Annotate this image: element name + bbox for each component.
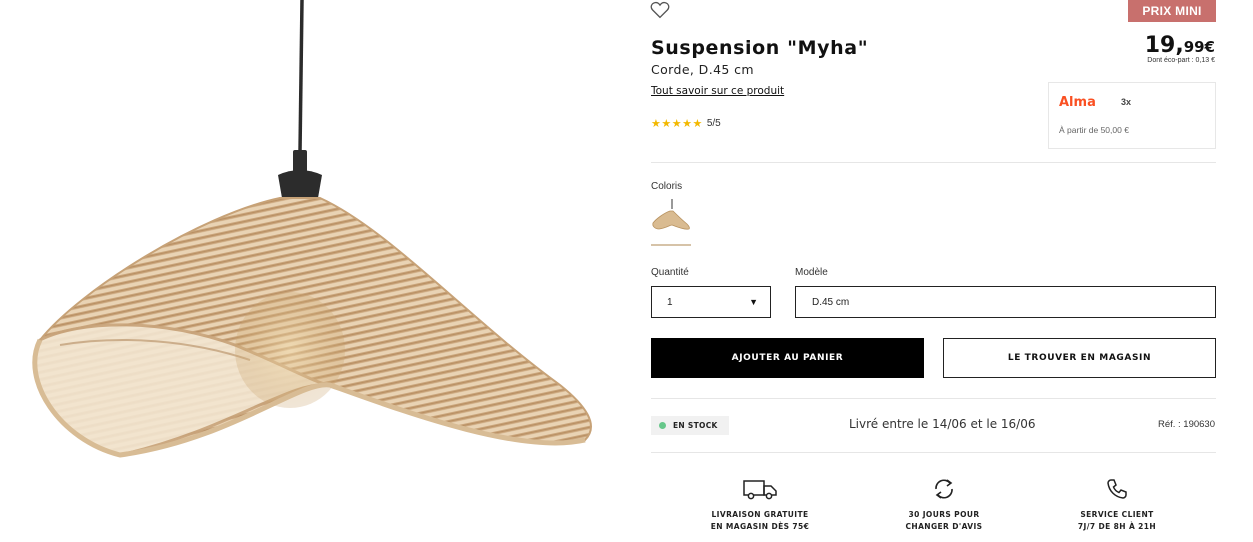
eco-part: Dont éco-part : 0,13 €	[1147, 57, 1215, 64]
rating-stars-icon: ★★★★★	[651, 118, 703, 130]
model-select[interactable]: D.45 cm	[795, 286, 1216, 318]
product-rating[interactable]: ★★★★★ 5/5	[651, 117, 721, 130]
reassurance-line1: SERVICE CLIENT	[1080, 510, 1154, 519]
product-image	[0, 0, 620, 542]
find-in-store-button[interactable]: LE TROUVER EN MAGASIN	[943, 338, 1216, 378]
alma-logo: Alma	[1059, 95, 1096, 110]
reassurance-line2: CHANGER D'AVIS	[905, 522, 983, 531]
model-value: D.45 cm	[812, 296, 850, 308]
price-integer: 19,	[1144, 33, 1184, 58]
model-label: Modèle	[795, 267, 828, 278]
stock-dot-icon	[659, 422, 666, 429]
reassurance-delivery: LIVRAISON GRATUITE EN MAGASIN DÈS 75€	[690, 476, 830, 533]
divider	[651, 162, 1216, 163]
reassurance-service: SERVICE CLIENT 7J/7 DE 8H À 21H	[1047, 476, 1187, 533]
divider	[651, 452, 1216, 453]
reassurance-line2: EN MAGASIN DÈS 75€	[710, 522, 810, 531]
quantity-value: 1	[667, 296, 673, 308]
refresh-icon	[935, 479, 953, 499]
reassurance-line2: 7J/7 DE 8H À 21H	[1077, 522, 1157, 531]
color-swatch[interactable]	[651, 199, 691, 239]
phone-icon	[1107, 479, 1127, 499]
product-reference: Réf. : 190630	[1157, 419, 1215, 430]
alma-installments: 3x	[1121, 97, 1132, 107]
alma-financing[interactable]: Alma 3x À partir de 50,00 €	[1048, 82, 1216, 149]
product-details-link[interactable]: Tout savoir sur ce produit	[651, 85, 784, 97]
stock-badge: EN STOCK	[651, 416, 729, 435]
divider	[651, 398, 1216, 399]
reassurance-return: 30 JOURS POUR CHANGER D'AVIS	[874, 476, 1014, 533]
coloris-label: Coloris	[651, 181, 683, 192]
favorite-heart-icon[interactable]	[650, 1, 670, 19]
reassurance-line1: 30 JOURS POUR	[908, 510, 980, 519]
delivery-estimate: Livré entre le 14/06 et le 16/06	[849, 417, 1036, 431]
reassurance-line1: LIVRAISON GRATUITE	[711, 510, 809, 519]
swatch-selected-indicator	[651, 244, 691, 246]
truck-icon	[743, 480, 777, 500]
stock-label: EN STOCK	[673, 421, 718, 430]
caret-down-icon: ▼	[749, 297, 758, 307]
product-price: 19,99€	[1145, 33, 1215, 58]
rating-score: 5/5	[706, 118, 721, 129]
alma-min-amount: À partir de 50,00 €	[1059, 125, 1129, 135]
product-subtitle: Corde, D.45 cm	[651, 62, 754, 77]
add-to-cart-button[interactable]: AJOUTER AU PANIER	[651, 338, 924, 378]
quantity-label: Quantité	[651, 267, 689, 278]
product-title: Suspension "Myha"	[651, 37, 869, 59]
quantity-select[interactable]: 1 ▼	[651, 286, 771, 318]
price-decimal: 99€	[1183, 38, 1215, 56]
prix-mini-badge: PRIX MINI	[1128, 0, 1216, 22]
